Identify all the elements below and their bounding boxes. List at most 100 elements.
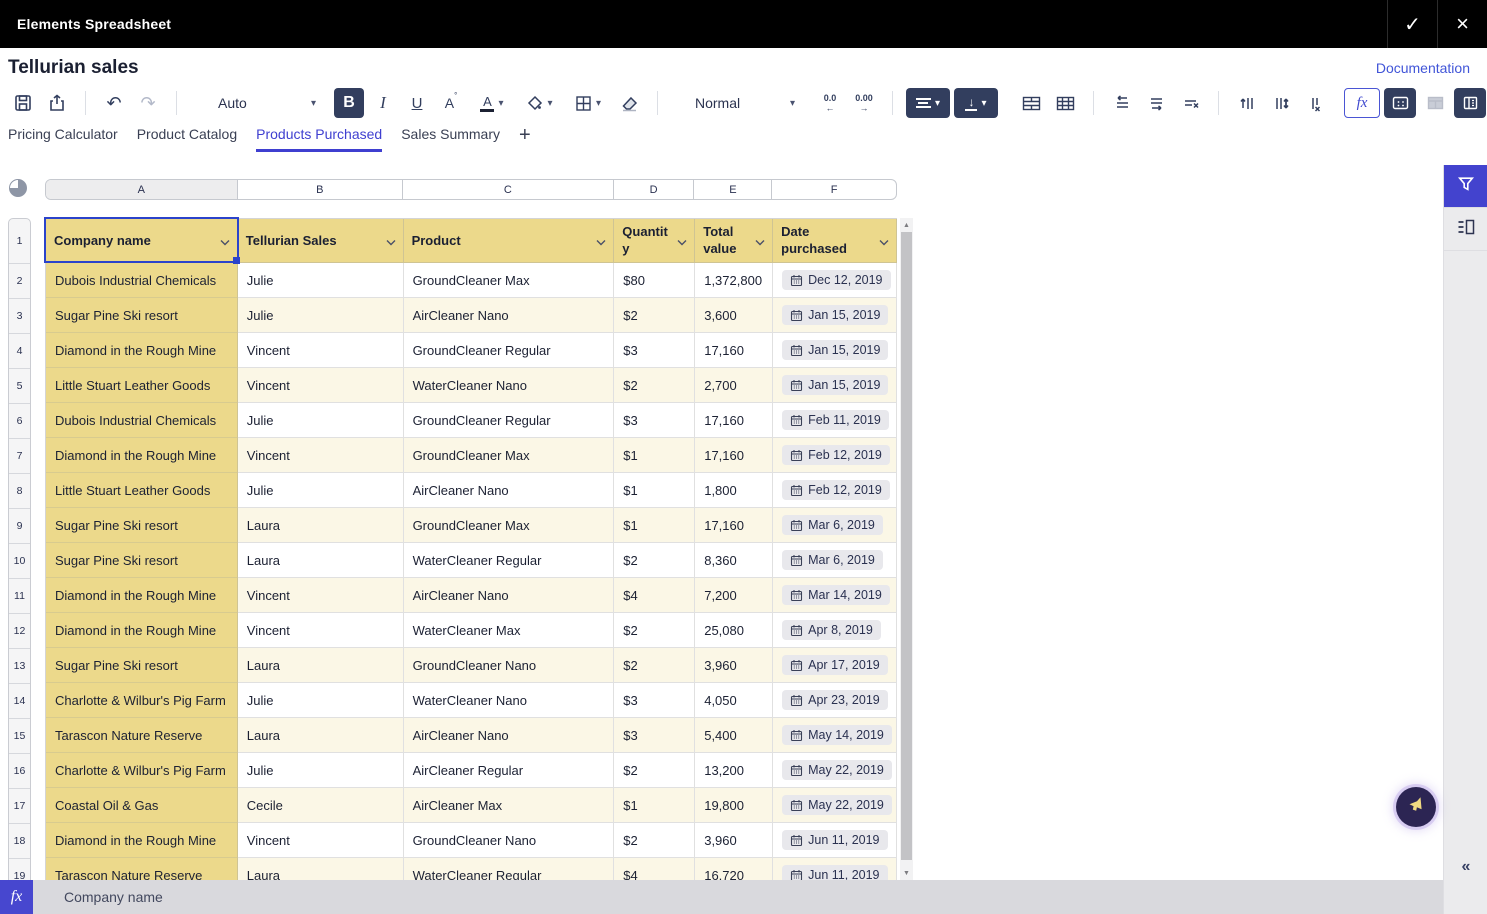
cell-date-purchased[interactable]: May 22, 2019	[773, 753, 897, 788]
cell-quantity[interactable]: $2	[614, 648, 695, 683]
cell-company-name[interactable]: Diamond in the Rough Mine	[46, 613, 238, 648]
decrease-decimal-button[interactable]: 0.0←	[815, 88, 845, 118]
row-header-1[interactable]: 1	[9, 219, 30, 263]
cell-tellurian-sales[interactable]: Julie	[238, 683, 404, 718]
close-button[interactable]: ×	[1437, 0, 1487, 48]
date-pill[interactable]: May 22, 2019	[782, 760, 892, 780]
header-cell-tellurian-sales[interactable]: Tellurian Sales	[238, 219, 404, 263]
select-all-icon[interactable]	[9, 179, 27, 197]
cell-product[interactable]: WaterCleaner Nano	[404, 368, 615, 403]
undo-button[interactable]: ↶	[99, 88, 129, 118]
cell-quantity[interactable]: $2	[614, 543, 695, 578]
cell-total-value[interactable]: 17,160	[695, 403, 773, 438]
cell-total-value[interactable]: 3,600	[695, 298, 773, 333]
cell-company-name[interactable]: Dubois Industrial Chemicals	[46, 403, 238, 438]
insert-column-left-button[interactable]	[1232, 88, 1262, 118]
cell-quantity[interactable]: $1	[614, 508, 695, 543]
cell-date-purchased[interactable]: Jan 15, 2019	[773, 333, 897, 368]
cell-date-purchased[interactable]: Apr 17, 2019	[773, 648, 897, 683]
letter-case-button[interactable]: A°	[436, 88, 466, 118]
row-header-19[interactable]: 19	[9, 858, 30, 880]
formula-input[interactable]: Company name	[33, 880, 1443, 914]
cell-quantity[interactable]: $1	[614, 788, 695, 823]
delete-column-button[interactable]	[1300, 88, 1330, 118]
cell-company-name[interactable]: Dubois Industrial Chemicals	[46, 263, 238, 298]
cell-total-value[interactable]: 25,080	[695, 613, 773, 648]
insert-row-below-button[interactable]	[1141, 88, 1171, 118]
horizontal-align-button[interactable]: ▾	[906, 88, 950, 118]
cell-quantity[interactable]: $3	[614, 683, 695, 718]
sort-filter-chevron-icon[interactable]	[677, 233, 687, 248]
format-select[interactable]: Normal ▾	[695, 95, 795, 111]
date-pill[interactable]: Jun 11, 2019	[782, 830, 887, 850]
increase-decimal-button[interactable]: 0.00→	[849, 88, 879, 118]
date-pill[interactable]: Apr 17, 2019	[782, 655, 888, 675]
vertical-scrollbar[interactable]: ▲ ▼	[900, 218, 913, 880]
date-pill[interactable]: Feb 11, 2019	[782, 410, 889, 430]
cell-date-purchased[interactable]: May 14, 2019	[773, 718, 897, 753]
row-header-16[interactable]: 16	[9, 753, 30, 788]
scroll-down-icon[interactable]: ▼	[900, 866, 913, 880]
row-header-7[interactable]: 7	[9, 438, 30, 473]
row-header-8[interactable]: 8	[9, 473, 30, 508]
cell-total-value[interactable]: 1,372,800	[695, 263, 773, 298]
sort-filter-chevron-icon[interactable]	[755, 233, 765, 248]
column-header-c[interactable]: C	[403, 180, 614, 199]
borders-button[interactable]: ▾	[566, 88, 610, 118]
cell-tellurian-sales[interactable]: Laura	[238, 718, 404, 753]
cell-product[interactable]: AirCleaner Nano	[404, 473, 615, 508]
cell-date-purchased[interactable]: Mar 6, 2019	[773, 508, 897, 543]
date-pill[interactable]: Jun 11, 2019	[782, 865, 887, 880]
date-pill[interactable]: Mar 6, 2019	[782, 550, 883, 570]
header-cell-company-name[interactable]: Company name	[46, 219, 238, 263]
row-header-9[interactable]: 9	[9, 508, 30, 543]
cell-tellurian-sales[interactable]: Vincent	[238, 368, 404, 403]
cell-product[interactable]: WaterCleaner Regular	[404, 858, 615, 880]
cell-tellurian-sales[interactable]: Julie	[238, 403, 404, 438]
cell-company-name[interactable]: Diamond in the Rough Mine	[46, 578, 238, 613]
cell-quantity[interactable]: $3	[614, 333, 695, 368]
sort-filter-chevron-icon[interactable]	[220, 233, 230, 248]
cell-product[interactable]: GroundCleaner Max	[404, 438, 615, 473]
confirm-button[interactable]: ✓	[1387, 0, 1437, 48]
date-pill[interactable]: Feb 12, 2019	[782, 445, 890, 465]
cell-tellurian-sales[interactable]: Vincent	[238, 823, 404, 858]
row-header-14[interactable]: 14	[9, 683, 30, 718]
scroll-up-icon[interactable]: ▲	[900, 218, 913, 232]
row-header-5[interactable]: 5	[9, 368, 30, 403]
date-pill[interactable]: May 22, 2019	[782, 795, 892, 815]
cell-tellurian-sales[interactable]: Vincent	[238, 438, 404, 473]
cell-tellurian-sales[interactable]: Julie	[238, 298, 404, 333]
date-pill[interactable]: Apr 8, 2019	[782, 620, 881, 640]
cell-product[interactable]: GroundCleaner Max	[404, 263, 615, 298]
cell-total-value[interactable]: 19,800	[695, 788, 773, 823]
header-cell-quantity[interactable]: Quantity	[614, 219, 695, 263]
cell-company-name[interactable]: Little Stuart Leather Goods	[46, 368, 238, 403]
tab-sales-summary[interactable]: Sales Summary	[401, 123, 500, 152]
cell-total-value[interactable]: 7,200	[695, 578, 773, 613]
sort-filter-chevron-icon[interactable]	[879, 233, 889, 248]
italic-button[interactable]: I	[368, 88, 398, 118]
cell-product[interactable]: WaterCleaner Nano	[404, 683, 615, 718]
row-header-6[interactable]: 6	[9, 403, 30, 438]
date-pill[interactable]: Mar 6, 2019	[782, 515, 883, 535]
cell-quantity[interactable]: $2	[614, 753, 695, 788]
cell-total-value[interactable]: 13,200	[695, 753, 773, 788]
cell-company-name[interactable]: Little Stuart Leather Goods	[46, 473, 238, 508]
scrollbar-thumb[interactable]	[901, 232, 912, 860]
cell-tellurian-sales[interactable]: Cecile	[238, 788, 404, 823]
cell-product[interactable]: GroundCleaner Regular	[404, 333, 615, 368]
header-cell-product[interactable]: Product	[404, 219, 615, 263]
save-button[interactable]	[8, 88, 38, 118]
side-panel-button[interactable]	[1454, 88, 1486, 118]
cell-quantity[interactable]: $1	[614, 438, 695, 473]
cell-total-value[interactable]: 16,720	[695, 858, 773, 880]
cell-quantity[interactable]: $4	[614, 858, 695, 880]
cell-date-purchased[interactable]: Jun 11, 2019	[773, 823, 897, 858]
row-header-13[interactable]: 13	[9, 648, 30, 683]
cell-product[interactable]: WaterCleaner Regular	[404, 543, 615, 578]
row-header-15[interactable]: 15	[9, 718, 30, 753]
tab-products-purchased[interactable]: Products Purchased	[256, 123, 382, 152]
cell-date-purchased[interactable]: Jun 11, 2019	[773, 858, 897, 880]
cell-company-name[interactable]: Sugar Pine Ski resort	[46, 648, 238, 683]
